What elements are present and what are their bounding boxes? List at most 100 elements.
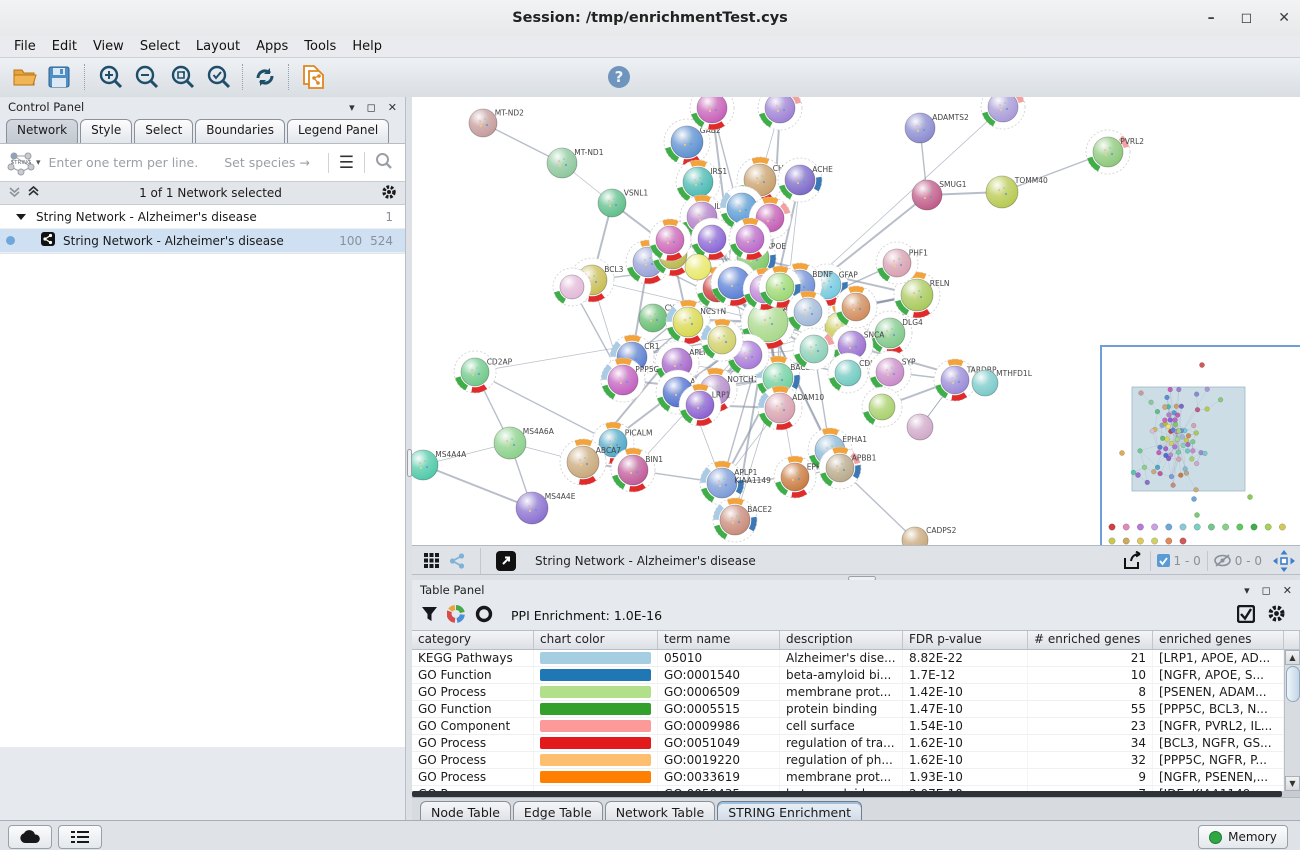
zoom-fit-button[interactable]	[168, 63, 198, 91]
network-node[interactable]	[553, 268, 591, 306]
network-node[interactable]	[862, 387, 902, 427]
tree-expander-icon[interactable]	[16, 210, 26, 224]
column-header-fdr-p-value[interactable]: FDR p-value	[903, 631, 1028, 649]
gear-icon[interactable]	[381, 184, 397, 203]
table-row[interactable]: KEGG Pathways05010Alzheimer's dise...8.8…	[412, 650, 1300, 667]
network-canvas[interactable]: MT-ND2MT-ND1VSNL1GAB2IRS1CHATACHEIL1BAPO…	[412, 97, 1300, 545]
column-header-chart-color[interactable]: chart color	[534, 631, 658, 649]
maximize-button[interactable]: ◻	[1241, 10, 1253, 26]
share-network-icon[interactable]	[444, 548, 470, 574]
menu-item-select[interactable]: Select	[132, 37, 188, 56]
export-network-icon[interactable]	[1116, 548, 1150, 574]
network-node[interactable]: MS4A4E	[516, 492, 576, 524]
set-species-hint[interactable]: Set species →	[224, 155, 310, 170]
panel-float-icon[interactable]: ◻	[1262, 584, 1271, 597]
birdseye-view[interactable]	[1100, 345, 1300, 545]
network-node[interactable]: MS4A6A	[494, 427, 555, 459]
network-node[interactable]	[981, 97, 1025, 129]
panel-menu-icon[interactable]: ▾	[1244, 584, 1250, 597]
filter-icon[interactable]	[422, 607, 437, 624]
ring-icon[interactable]	[475, 605, 493, 626]
network-node[interactable]: PVRL2	[1086, 130, 1144, 174]
network-row[interactable]: String Network - Alzheimer's disease 100…	[0, 229, 405, 253]
network-node[interactable]	[685, 254, 711, 280]
column-header-enriched-genes[interactable]: enriched genes	[1153, 631, 1284, 649]
menu-item-apps[interactable]: Apps	[248, 37, 296, 56]
network-node[interactable]	[835, 286, 877, 328]
scroll-up-arrow[interactable]: ▲	[1285, 650, 1300, 665]
network-node[interactable]	[758, 97, 802, 130]
chart-donut-icon[interactable]	[447, 605, 465, 626]
network-node[interactable]: SYP	[869, 351, 916, 393]
tab-legend-panel[interactable]: Legend Panel	[287, 119, 389, 143]
table-horizontal-scrollbar[interactable]	[412, 791, 1300, 797]
menu-item-view[interactable]: View	[85, 37, 132, 56]
network-node[interactable]: ADAM10	[758, 386, 824, 430]
expand-all-icon[interactable]	[27, 185, 40, 201]
zoom-out-button[interactable]	[132, 63, 162, 91]
tab-select[interactable]: Select	[134, 119, 193, 143]
table-row[interactable]: GO FunctionGO:0001540beta-amyloid bi...1…	[412, 667, 1300, 684]
network-node[interactable]	[907, 414, 933, 440]
collapse-all-icon[interactable]	[8, 185, 21, 201]
column-header-term-name[interactable]: term name	[658, 631, 780, 649]
network-node[interactable]: MT-ND2	[469, 108, 524, 137]
zoom-in-button[interactable]	[96, 63, 126, 91]
scroll-down-arrow[interactable]: ▼	[1285, 776, 1300, 791]
help-button[interactable]: ?	[604, 63, 634, 91]
menu-item-help[interactable]: Help	[344, 37, 390, 56]
panel-close-icon[interactable]: ✕	[1283, 584, 1292, 597]
minimize-button[interactable]: –	[1208, 10, 1215, 26]
string-query-placeholder[interactable]: Enter one term per line.	[49, 155, 199, 170]
network-node[interactable]	[787, 291, 829, 333]
network-node[interactable]	[701, 319, 743, 361]
menu-item-file[interactable]: File	[6, 37, 44, 56]
tab-boundaries[interactable]: Boundaries	[195, 119, 285, 143]
task-history-button[interactable]	[58, 825, 102, 849]
network-node[interactable]: ACHE	[778, 158, 833, 202]
network-node[interactable]: BIN1	[611, 448, 663, 492]
tab-network[interactable]: Network	[6, 119, 78, 143]
network-node[interactable]: MS4A4A	[412, 450, 467, 480]
network-node[interactable]: MTHFD1L	[972, 369, 1033, 396]
string-options-menu-icon[interactable]: ☰	[328, 153, 364, 173]
network-node[interactable]: ADAMTS2	[905, 113, 969, 143]
table-row[interactable]: GO ProcessGO:0051049regulation of tra...…	[412, 735, 1300, 752]
table-row[interactable]: GO ProcessGO:0019220regulation of ph...1…	[412, 752, 1300, 769]
open-session-button[interactable]	[10, 63, 40, 91]
network-node[interactable]	[649, 219, 691, 261]
table-row[interactable]: GO ProcessGO:0033619membrane prot...1.93…	[412, 769, 1300, 786]
tab-style[interactable]: Style	[80, 119, 132, 143]
menu-item-edit[interactable]: Edit	[44, 37, 85, 56]
table-row[interactable]: GO ComponentGO:0009986cell surface1.54E-…	[412, 718, 1300, 735]
table-vertical-scrollbar[interactable]: ▲ ▼	[1284, 650, 1300, 791]
network-node[interactable]: TOMM40	[986, 176, 1048, 208]
network-node[interactable]: CADPS2	[902, 526, 957, 545]
column-header--enriched-genes[interactable]: # enriched genes	[1028, 631, 1153, 649]
network-node[interactable]: APBB1	[819, 447, 877, 489]
string-logo[interactable]: STRING ▾	[6, 150, 41, 176]
panel-menu-icon[interactable]: ▾	[349, 101, 355, 114]
network-node[interactable]: BACE2	[713, 498, 772, 542]
column-header-description[interactable]: description	[780, 631, 903, 649]
panel-close-icon[interactable]: ✕	[388, 101, 397, 114]
network-collection-row[interactable]: String Network - Alzheimer's disease 1	[0, 205, 405, 229]
table-row[interactable]: GO ProcessGO:0006509membrane prot...1.42…	[412, 684, 1300, 701]
close-button[interactable]: ✕	[1278, 10, 1290, 26]
gear-icon[interactable]	[1267, 604, 1286, 626]
string-search-icon[interactable]	[364, 152, 399, 173]
network-from-clipboard-button[interactable]	[298, 63, 328, 91]
table-row[interactable]: GO FunctionGO:0005515protein binding1.47…	[412, 701, 1300, 718]
network-node[interactable]	[793, 328, 835, 370]
refresh-button[interactable]	[250, 63, 280, 91]
network-node[interactable]: SMUG1	[912, 180, 967, 210]
network-edge[interactable]	[423, 465, 532, 508]
zoom-selected-button[interactable]	[204, 63, 234, 91]
panel-float-icon[interactable]: ◻	[367, 101, 376, 114]
memory-button[interactable]: Memory	[1198, 825, 1288, 849]
pan-compass-icon[interactable]	[1268, 548, 1300, 574]
menu-item-tools[interactable]: Tools	[296, 37, 344, 56]
scrollbar-thumb[interactable]	[1286, 666, 1300, 702]
column-header-category[interactable]: category	[412, 631, 534, 649]
network-node[interactable]	[729, 218, 771, 260]
